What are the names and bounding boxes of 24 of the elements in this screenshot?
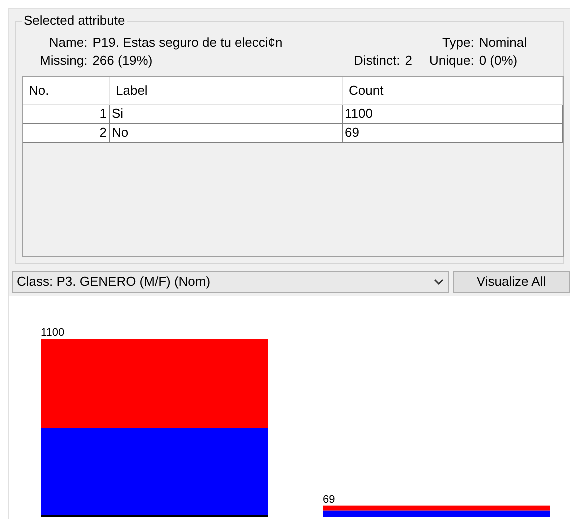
field-label: Name:	[48, 34, 88, 52]
table-cell: No	[110, 124, 343, 142]
missing-value: 266 (19%)	[92, 52, 153, 70]
field-label: Missing:	[40, 52, 88, 70]
table-cell: 2	[23, 124, 110, 142]
unique-value: 0 (0%)	[479, 52, 519, 70]
table-cell: Si	[110, 105, 343, 123]
distinct-value: 2	[405, 52, 412, 70]
column-header[interactable]: No.	[23, 77, 110, 104]
visualize-all-button[interactable]: Visualize All	[453, 271, 570, 293]
bar-count-label: 69	[323, 494, 336, 506]
table-cell: 69	[343, 124, 563, 142]
column-header[interactable]: Count	[343, 77, 563, 104]
field-label: Unique:	[430, 52, 474, 70]
attribute-name: P19. Estas seguro de tu elecci¢n	[92, 34, 284, 52]
field-label: Distinct:	[354, 52, 400, 70]
column-header[interactable]: Label	[110, 77, 343, 104]
field-label: Type:	[442, 34, 474, 52]
bar-count-label: 1100	[41, 327, 65, 339]
attribute-type: Nominal	[479, 34, 527, 52]
table-cell: 1	[23, 105, 110, 123]
class-dropdown[interactable]: Class: P3. GENERO (M/F) (Nom)	[12, 271, 449, 293]
table-cell: 1100	[343, 105, 563, 123]
chevron-down-icon	[434, 279, 444, 285]
